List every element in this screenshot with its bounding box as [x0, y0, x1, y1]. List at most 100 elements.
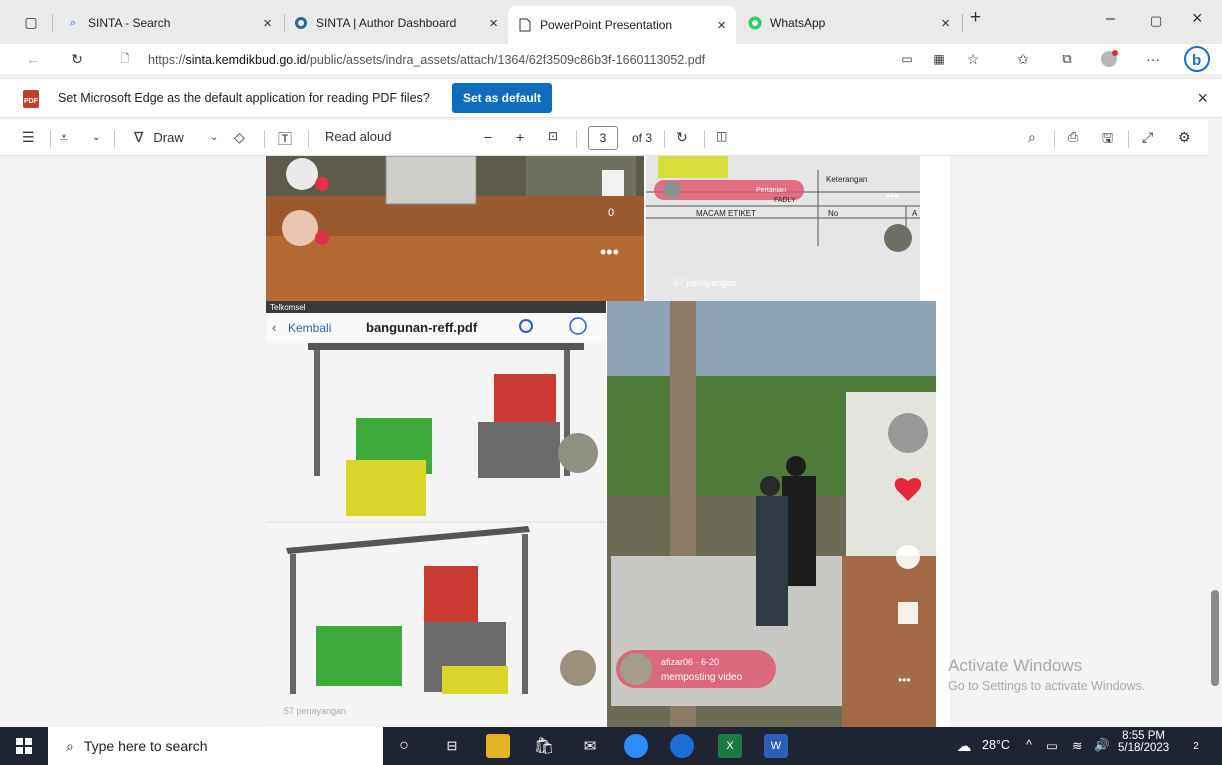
windows-start-icon[interactable] — [12, 734, 36, 758]
like-count: 0 — [608, 207, 614, 219]
view-count: 57 penayangan — [674, 278, 736, 288]
app-grid-icon[interactable]: ▦ — [928, 48, 950, 70]
close-icon[interactable]: × — [263, 15, 272, 32]
restore-button[interactable]: ▢ — [1150, 13, 1162, 29]
infobar-message: Set Microsoft Edge as the default applic… — [58, 91, 430, 105]
wifi-icon[interactable]: ≋ — [1072, 738, 1082, 753]
chevron-up-icon[interactable]: ^ — [1026, 738, 1032, 752]
tab-label: SINTA - Search — [88, 16, 171, 30]
page-count: of 3 — [632, 131, 653, 145]
scrollbar-thumb[interactable] — [1211, 590, 1219, 686]
highlight-icon[interactable]: ⩡ — [60, 129, 68, 146]
file-title: bangunan-reff.pdf — [366, 320, 478, 335]
store-icon[interactable]: 🛍 — [532, 734, 556, 758]
zoom-in-button[interactable]: + — [516, 129, 524, 145]
search-placeholder: Type here to search — [83, 738, 208, 754]
vertical-scrollbar[interactable] — [1208, 120, 1222, 727]
network-icon[interactable]: ▭ — [1046, 738, 1058, 753]
url-path: /public/assets/indra_assets/attach/1364/… — [306, 53, 706, 67]
page-view-icon[interactable]: ◫ — [716, 129, 727, 143]
pdf-viewport[interactable]: 0 ••• Keterangan MACAM ETIKET No A Perta… — [0, 156, 1222, 727]
eraser-icon[interactable]: ◇ — [234, 129, 245, 146]
favorites-icon[interactable]: ✩ — [1012, 48, 1034, 70]
file-explorer-icon[interactable] — [486, 734, 510, 758]
new-tab-button[interactable]: + — [970, 7, 981, 29]
word-icon[interactable]: W — [764, 734, 788, 758]
read-mode-icon[interactable]: ▭ — [896, 48, 918, 70]
search-icon: ⌕ — [66, 737, 74, 754]
clock-time: 8:55 PM — [1122, 730, 1165, 742]
close-icon[interactable]: × — [941, 15, 950, 32]
document-icon — [518, 18, 532, 32]
document-info-icon[interactable]: 🗋 — [114, 48, 136, 70]
minimize-button[interactable]: – — [1106, 10, 1115, 28]
task-view-icon[interactable]: ⊟ — [440, 734, 464, 758]
post-action: memposting video — [661, 672, 743, 683]
zoom-out-button[interactable]: − — [484, 129, 492, 145]
activate-windows-watermark: Activate Windows Go to Settings to activ… — [948, 656, 1145, 693]
chevron-down-icon[interactable]: ⌄ — [92, 132, 100, 143]
address-bar[interactable]: https://sinta.kemdikbud.go.id/public/ass… — [148, 48, 888, 72]
url-prefix: https:// — [148, 53, 186, 67]
pdf-toolbar: ☰ ⩡ ⌄ ∇ Draw ⌄ ◇ 🅃 Read aloud − + ⊡ 3 of … — [0, 120, 1222, 156]
pdf-page: 0 ••• Keterangan MACAM ETIKET No A Perta… — [266, 156, 950, 727]
svg-text:PDF: PDF — [24, 98, 39, 105]
tab-label: PowerPoint Presentation — [540, 18, 673, 32]
draw-icon: ∇ — [134, 129, 144, 145]
back-link: Kembali — [288, 321, 331, 335]
search-icon[interactable]: ⌕ — [1028, 129, 1036, 146]
back-icon[interactable]: ← — [22, 48, 44, 70]
taskbar-search-box[interactable]: ⌕ Type here to search — [48, 727, 383, 765]
close-icon[interactable]: × — [489, 15, 498, 32]
close-icon[interactable]: × — [1197, 88, 1208, 109]
bing-icon[interactable]: b — [1184, 46, 1210, 72]
tab-powerpoint-presentation[interactable]: PowerPoint Presentation × — [508, 6, 736, 44]
clock[interactable]: 8:55 PM 5/18/2023 — [1118, 730, 1169, 754]
more-icon[interactable]: ··· — [1142, 48, 1164, 70]
close-icon[interactable]: × — [717, 17, 726, 34]
expand-icon[interactable]: ⤢ — [1142, 129, 1153, 146]
close-window-button[interactable]: × — [1192, 8, 1203, 29]
doc-cell: A — [912, 209, 918, 218]
favorite-star-icon[interactable]: ☆ — [962, 48, 984, 70]
profile-avatar[interactable] — [1098, 48, 1120, 70]
temperature-text: 28°C — [982, 738, 1010, 752]
text-box-icon[interactable]: 🅃 — [278, 129, 292, 149]
tab-label: WhatsApp — [770, 16, 826, 30]
svg-text:‹: ‹ — [272, 320, 276, 335]
excel-icon[interactable]: X — [718, 734, 742, 758]
doc-cell: Keterangan — [826, 175, 867, 184]
contents-icon[interactable]: ☰ — [22, 129, 35, 146]
default-app-infobar: PDF Set Microsoft Edge as the default ap… — [0, 78, 1222, 118]
collections-icon[interactable]: ⧉ — [1056, 48, 1078, 70]
doc-cell: No — [828, 209, 839, 218]
draw-label: Draw — [153, 130, 184, 145]
windows-taskbar: ⌕ Type here to search ○ ⊟ 🛍 ✉ X W ☁ 28°C… — [0, 727, 1222, 765]
settings-gear-icon[interactable]: ⚙ — [1178, 129, 1191, 146]
volume-icon[interactable]: 🔊 — [1094, 738, 1110, 753]
cortana-icon[interactable]: ○ — [392, 734, 416, 758]
draw-button[interactable]: ∇ Draw — [134, 129, 184, 146]
chevron-down-icon[interactable]: ⌄ — [210, 132, 218, 143]
notification-icon[interactable]: 2 — [1184, 734, 1208, 758]
read-aloud-button[interactable]: Read aloud — [325, 129, 392, 144]
svg-text:•••: ••• — [600, 242, 619, 262]
tab-actions-icon[interactable]: ▢ — [20, 11, 42, 33]
zoom-icon[interactable] — [624, 734, 648, 758]
status-text: Telkomsel — [270, 303, 306, 312]
refresh-icon[interactable]: ↻ — [66, 48, 88, 70]
doc-label: FADLY — [774, 197, 796, 204]
edge-icon[interactable] — [670, 734, 694, 758]
fit-page-icon[interactable]: ⊡ — [548, 129, 558, 143]
tab-sinta-search[interactable]: ⌕ SINTA - Search × — [56, 8, 282, 38]
rotate-icon[interactable]: ↻ — [676, 129, 688, 146]
set-as-default-button[interactable]: Set as default — [452, 83, 552, 113]
page-number-input[interactable]: 3 — [588, 126, 618, 150]
tab-author-dashboard[interactable]: SINTA | Author Dashboard × — [284, 8, 508, 38]
print-icon[interactable]: ⎙ — [1068, 129, 1078, 145]
weather-icon[interactable]: ☁ — [952, 734, 976, 758]
tab-label: SINTA | Author Dashboard — [316, 16, 457, 30]
mail-icon[interactable]: ✉ — [578, 734, 602, 758]
save-icon[interactable]: 🖫 — [1102, 129, 1113, 151]
tab-whatsapp[interactable]: WhatsApp × — [738, 8, 960, 38]
